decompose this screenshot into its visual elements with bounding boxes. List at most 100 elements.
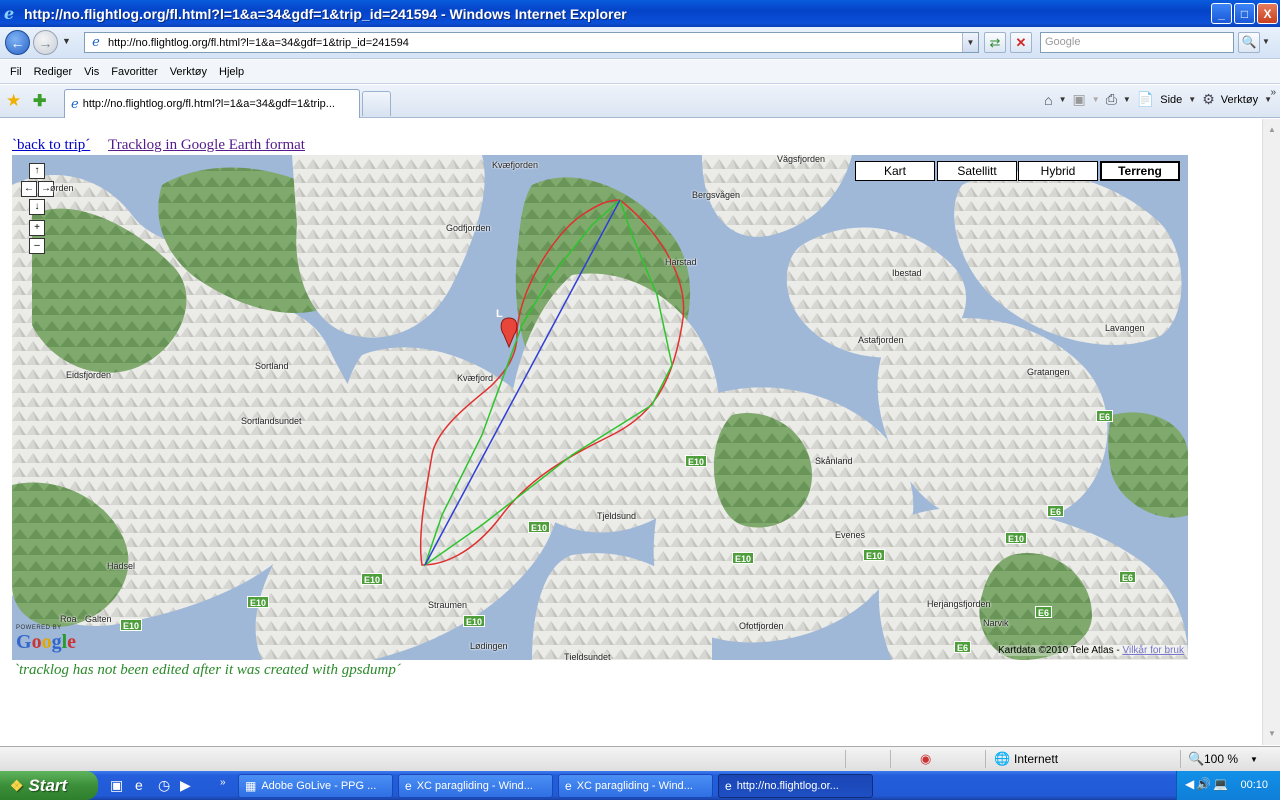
search-button[interactable]: 🔍 (1238, 32, 1260, 53)
place-label: Narvik (983, 618, 1009, 628)
quicklaunch-desktop-icon[interactable]: ▣ (110, 777, 123, 794)
zoom-out-button[interactable]: – (29, 238, 45, 254)
maptype-hybrid-button[interactable]: Hybrid (1018, 161, 1098, 181)
status-divider (1180, 750, 1181, 768)
toolbar-overflow-icon[interactable]: » (1270, 87, 1276, 98)
minimize-button[interactable]: _ (1211, 3, 1232, 24)
back-button[interactable]: ← (5, 30, 30, 55)
place-label: Ofotfjorden (739, 621, 784, 631)
add-favorite-icon[interactable]: ✚ (33, 91, 46, 111)
page-content: `back to trip´ Tracklog in Google Earth … (0, 119, 1262, 745)
road-shield: E10 (1005, 532, 1028, 544)
new-tab-button[interactable] (362, 91, 391, 116)
maptype-terrain-button[interactable]: Terreng (1100, 161, 1180, 181)
page-menu-label[interactable]: Side (1160, 94, 1182, 106)
pan-left-button[interactable]: ← (21, 181, 37, 197)
window-title: http://no.flightlog.org/fl.html?l=1&a=34… (24, 5, 627, 22)
menu-view[interactable]: Vis (78, 66, 105, 78)
road-shield: E6 (1096, 410, 1114, 422)
place-label: Kvæfjord (457, 373, 494, 383)
place-label: Straumen (428, 600, 468, 610)
tab-current[interactable]: e http://no.flightlog.org/fl.html?l=1&a=… (64, 89, 360, 118)
google-logo[interactable]: POWERED BY Google (16, 625, 76, 654)
refresh-button[interactable]: ⇄ (984, 32, 1006, 53)
taskbar-item-label: XC paragliding - Wind... (416, 780, 533, 792)
feeds-dropdown-icon[interactable]: ▼ (1092, 95, 1100, 104)
popup-blocker-icon[interactable]: ◉ (920, 751, 931, 767)
back-to-trip-link[interactable]: `back to trip´ (12, 137, 90, 153)
menu-favorites[interactable]: Favoritter (105, 66, 163, 78)
home-dropdown-icon[interactable]: ▼ (1059, 95, 1067, 104)
scroll-down-icon[interactable]: ▼ (1265, 727, 1279, 741)
search-options-dropdown-icon[interactable]: ▼ (1262, 37, 1270, 46)
road-shield: E10 (732, 552, 755, 564)
recent-pages-dropdown-icon[interactable]: ▼ (62, 36, 71, 46)
system-tray: ◀🔊💻 00:10 (1176, 771, 1280, 800)
status-bar: ◉ 🌐 Internett 🔍 100 % ▼ (0, 746, 1280, 771)
place-label: Bergsvågen (692, 190, 741, 200)
quicklaunch-media-icon[interactable]: ▶ (180, 777, 191, 794)
copyright-text: Kartdata ©2010 Tele Atlas - (997, 645, 1120, 656)
tools-gear-icon[interactable]: ⚙ (1202, 91, 1215, 108)
tracklog-note: `tracklog has not been edited after it w… (14, 662, 401, 678)
forward-button[interactable]: → (33, 30, 58, 55)
map-view[interactable]: L ↑ ← → ↓ + – Kart Satellitt Hybrid Terr… (12, 155, 1188, 660)
print-icon[interactable]: ⎙ (1106, 91, 1117, 108)
zoom-level[interactable]: 100 % (1204, 752, 1238, 766)
page-menu-icon[interactable]: 📄 (1137, 91, 1154, 108)
start-label: Start (28, 775, 68, 795)
taskbar-item[interactable]: e XC paragliding - Wind... (398, 774, 553, 798)
taskbar-item[interactable]: ▦ Adobe GoLive - PPG ... (238, 774, 393, 798)
ie-logo-icon: e (4, 3, 15, 23)
close-button[interactable]: X (1257, 3, 1278, 24)
favorites-star-icon[interactable]: ★ (6, 91, 21, 111)
address-dropdown-icon[interactable]: ▼ (962, 33, 978, 52)
windows-flag-icon: ❖ (10, 777, 24, 795)
ie-icon: e (405, 779, 412, 793)
taskbar-item[interactable]: e XC paragliding - Wind... (558, 774, 713, 798)
window-controls: _ □ X (1211, 3, 1278, 24)
command-bar: ⌂ ▼ ▣ ▼ ⎙ ▼ 📄 Side ▼ ⚙ Verktøy ▼ (1044, 91, 1272, 108)
stop-button[interactable]: ✕ (1010, 32, 1032, 53)
golive-icon: ▦ (245, 779, 257, 793)
pan-down-button[interactable]: ↓ (29, 199, 45, 215)
marker-label: L (496, 308, 503, 320)
taskbar: ❖ Start ▣ e ◷ ▶ » ▦ Adobe GoLive - PPG .… (0, 771, 1280, 800)
address-url[interactable]: http://no.flightlog.org/fl.html?l=1&a=34… (108, 37, 409, 49)
print-dropdown-icon[interactable]: ▼ (1123, 95, 1131, 104)
ie-icon: e (565, 779, 572, 793)
tray-icons[interactable]: ◀🔊💻 (1185, 777, 1230, 791)
terms-link[interactable]: Vilkår for bruk (1122, 645, 1184, 656)
road-shield: E10 (685, 455, 708, 467)
taskbar-item-active[interactable]: e http://no.flightlog.or... (718, 774, 873, 798)
google-earth-link[interactable]: Tracklog in Google Earth format (108, 137, 305, 153)
quicklaunch-ie-icon[interactable]: e (135, 777, 143, 793)
feeds-icon[interactable]: ▣ (1073, 91, 1086, 108)
address-bar[interactable]: e http://no.flightlog.org/fl.html?l=1&a=… (84, 32, 979, 53)
road-shield: E10 (863, 549, 886, 561)
home-icon[interactable]: ⌂ (1044, 92, 1052, 108)
start-button[interactable]: ❖ Start (0, 771, 98, 800)
ie-icon: e (725, 779, 732, 793)
pan-up-button[interactable]: ↑ (29, 163, 45, 179)
place-label: Lødingen (470, 641, 508, 651)
menu-edit[interactable]: Rediger (28, 66, 79, 78)
quicklaunch-overflow-icon[interactable]: » (220, 777, 226, 788)
taskbar-item-label: XC paragliding - Wind... (576, 780, 693, 792)
maptype-map-button[interactable]: Kart (855, 161, 935, 181)
zoom-icon[interactable]: 🔍 (1188, 751, 1204, 767)
tools-menu-label[interactable]: Verktøy (1221, 94, 1258, 106)
menu-tools[interactable]: Verktøy (164, 66, 213, 78)
zoom-in-button[interactable]: + (29, 220, 45, 236)
vertical-scrollbar[interactable]: ▲ ▼ (1262, 119, 1280, 745)
scroll-up-icon[interactable]: ▲ (1265, 123, 1279, 137)
maptype-satellite-button[interactable]: Satellitt (937, 161, 1017, 181)
zoom-dropdown-icon[interactable]: ▼ (1250, 755, 1258, 764)
menu-file[interactable]: Fil (4, 66, 28, 78)
search-input[interactable]: Google (1040, 32, 1234, 53)
page-menu-dropdown-icon[interactable]: ▼ (1188, 95, 1196, 104)
maximize-button[interactable]: □ (1234, 3, 1255, 24)
place-label: Evenes (835, 530, 866, 540)
menu-help[interactable]: Hjelp (213, 66, 250, 78)
quicklaunch-clock-icon[interactable]: ◷ (158, 777, 170, 794)
